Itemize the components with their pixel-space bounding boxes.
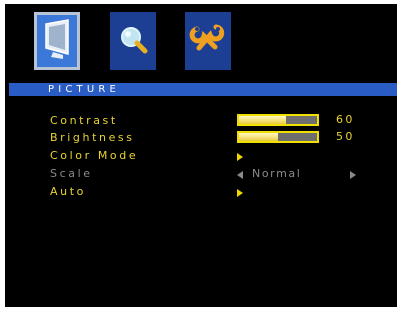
tab-search[interactable] — [110, 12, 156, 70]
color-mode-label[interactable]: Color Mode — [50, 149, 138, 163]
brightness-label[interactable]: Brightness — [50, 131, 135, 145]
scale-right-arrow-icon — [350, 171, 356, 179]
scale-label: Scale — [50, 167, 93, 180]
magnifier-icon — [121, 27, 148, 54]
contrast-slider[interactable] — [237, 114, 319, 126]
section-title-bar: PICTURE — [9, 83, 397, 96]
auto-arrow-icon[interactable] — [237, 189, 243, 197]
scale-left-arrow-icon — [237, 171, 243, 179]
contrast-label[interactable]: Contrast — [50, 114, 118, 128]
scale-value: Normal — [252, 167, 302, 180]
brightness-slider-fill — [239, 133, 278, 141]
monitor-icon — [45, 19, 69, 59]
tab-picture[interactable] — [34, 12, 80, 70]
page-title: PICTURE — [48, 84, 121, 95]
osd-menu: PICTURE Contrast 60 Brightness 50 Color … — [5, 4, 397, 307]
brightness-slider[interactable] — [237, 131, 319, 143]
auto-label[interactable]: Auto — [50, 185, 86, 199]
tools-icon — [189, 24, 225, 51]
brightness-value: 50 — [336, 130, 355, 143]
contrast-value: 60 — [336, 113, 355, 126]
color-mode-arrow-icon[interactable] — [237, 153, 243, 161]
tab-tools[interactable] — [185, 12, 231, 70]
contrast-slider-fill — [239, 116, 286, 124]
